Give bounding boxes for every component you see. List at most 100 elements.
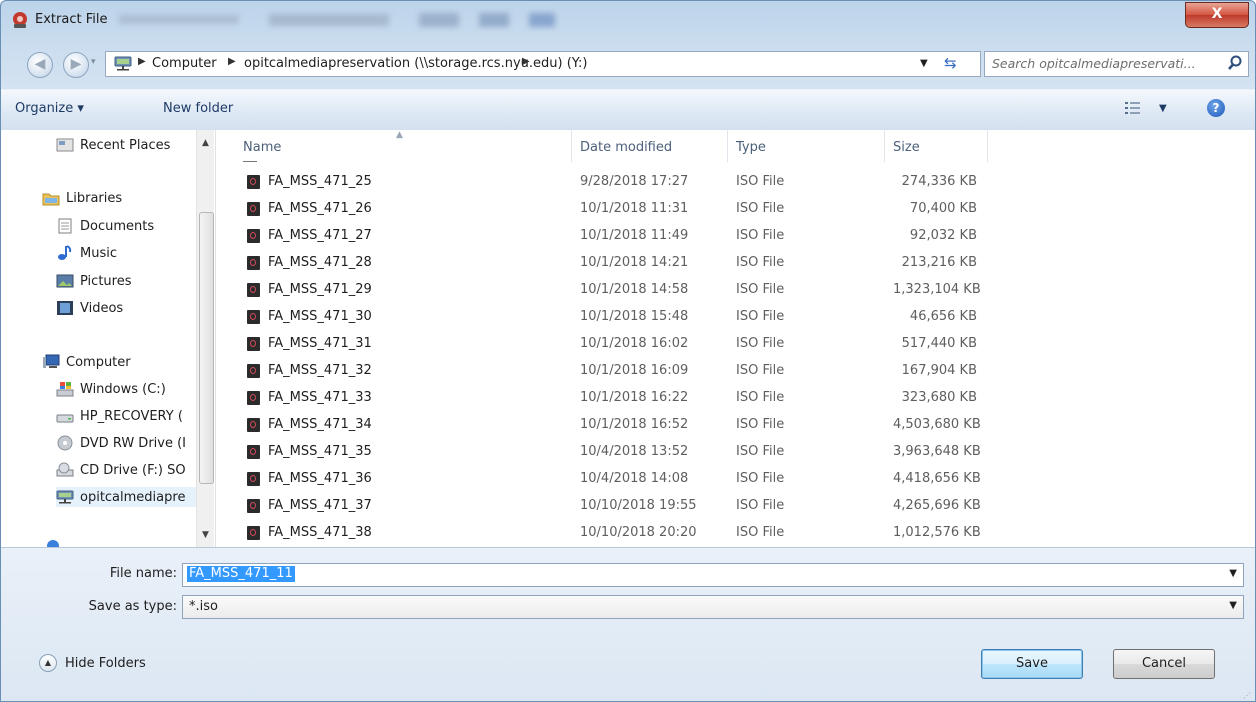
scroll-up-arrow-icon[interactable]: ▲ <box>197 138 214 148</box>
file-type: ISO File <box>736 498 785 513</box>
file-date: 10/1/2018 16:02 <box>580 336 689 351</box>
file-type: ISO File <box>736 471 785 486</box>
file-row[interactable]: FA_MSS_471_31 10/1/2018 16:02 ISO File 517,… <box>216 330 1216 357</box>
chevron-down-icon[interactable]: ▼ <box>1229 600 1237 611</box>
column-size[interactable]: Size <box>893 140 920 155</box>
nav-music[interactable]: Music <box>56 243 117 263</box>
breadcrumb-separator-icon[interactable]: ▶ <box>138 56 146 67</box>
column-name[interactable]: Name <box>243 140 281 155</box>
nav-recent-places[interactable]: Recent Places <box>56 135 170 155</box>
view-options-icon[interactable] <box>1125 101 1141 115</box>
search-placeholder: Search opitcalmediapreservati... <box>992 56 1196 71</box>
nav-computer[interactable]: Computer <box>42 352 131 372</box>
forward-button[interactable]: ▶ <box>63 52 89 78</box>
chevron-down-icon[interactable]: ▼ <box>1229 568 1237 579</box>
resize-grip-icon[interactable]: ⋰ <box>1243 691 1251 700</box>
back-button[interactable]: ◀ <box>27 52 53 78</box>
file-list[interactable]: Name ▲ Date modified Type Size FA_MSS_47… <box>216 130 1255 547</box>
nav-hp-recovery[interactable]: HP_RECOVERY ( <box>56 406 183 426</box>
address-dropdown-icon[interactable]: ▼ <box>920 58 928 69</box>
file-name-label: File name: <box>109 566 177 581</box>
cancel-button[interactable]: Cancel <box>1113 649 1215 679</box>
file-type: ISO File <box>736 525 785 540</box>
column-divider[interactable] <box>727 130 728 162</box>
recent-locations-chevron-icon[interactable]: ▾ <box>91 57 96 67</box>
breadcrumb-computer[interactable]: Computer <box>152 56 217 71</box>
iso-file-icon <box>247 391 260 405</box>
nav-scrollbar[interactable]: ▲ ▼ <box>196 130 214 547</box>
iso-file-icon <box>247 445 260 459</box>
file-date: 9/28/2018 17:27 <box>580 174 689 189</box>
nav-libraries[interactable]: Libraries <box>42 188 122 208</box>
file-type: ISO File <box>736 255 785 270</box>
file-row[interactable]: FA_MSS_471_32 10/1/2018 16:09 ISO File 167,… <box>216 357 1216 384</box>
navigation-pane[interactable]: Recent Places Libraries Documents Music … <box>1 130 216 547</box>
documents-icon <box>58 218 72 234</box>
file-name: FA_MSS_471_31 <box>268 336 372 351</box>
search-input[interactable]: Search opitcalmediapreservati... <box>984 51 1249 77</box>
column-type[interactable]: Type <box>736 140 766 155</box>
file-row[interactable]: FA_MSS_471_27 10/1/2018 11:49 ISO File 92,0… <box>216 222 1216 249</box>
breadcrumb-separator-icon[interactable]: ▶ <box>228 56 236 67</box>
scrollbar-thumb[interactable] <box>199 212 214 484</box>
nav-pictures[interactable]: Pictures <box>56 271 131 291</box>
file-type: ISO File <box>736 282 785 297</box>
iso-file-icon <box>247 472 260 486</box>
search-icon[interactable] <box>1227 55 1243 71</box>
file-date: 10/4/2018 14:08 <box>580 471 689 486</box>
scroll-down-arrow-icon[interactable]: ▼ <box>197 530 214 540</box>
nav-windows-drive[interactable]: Windows (C:) <box>56 379 166 399</box>
save-button[interactable]: Save <box>981 649 1083 679</box>
iso-file-icon <box>247 229 260 243</box>
organize-button[interactable]: Organize ▾ <box>15 101 84 116</box>
file-name-input[interactable]: FA_MSS_471_11 ▼ <box>182 563 1244 587</box>
file-date: 10/1/2018 15:48 <box>580 309 689 324</box>
file-row[interactable]: FA_MSS_471_30 10/1/2018 15:48 ISO File 46,6… <box>216 303 1216 330</box>
help-icon[interactable]: ? <box>1207 99 1225 117</box>
file-row[interactable]: FA_MSS_471_37 10/10/2018 19:55 ISO File 4,2… <box>216 492 1216 519</box>
nav-videos[interactable]: Videos <box>56 298 123 318</box>
file-row[interactable]: FA_MSS_471_26 10/1/2018 11:31 ISO File 70,4… <box>216 195 1216 222</box>
file-row[interactable]: FA_MSS_471_34 10/1/2018 16:52 ISO File 4,50… <box>216 411 1216 438</box>
breadcrumb-drive[interactable]: opitcalmediapreservation (\\storage.rcs.… <box>244 56 587 71</box>
file-row[interactable]: FA_MSS_471_33 10/1/2018 16:22 ISO File 323,… <box>216 384 1216 411</box>
file-row[interactable]: FA_MSS_471_29 10/1/2018 14:58 ISO File 1,32… <box>216 276 1216 303</box>
nav-dvd-drive[interactable]: DVD RW Drive (I <box>56 433 186 453</box>
file-row[interactable]: FA_MSS_471_38 10/10/2018 20:20 ISO File 1,0… <box>216 519 1216 546</box>
collapse-icon: ▲ <box>39 654 57 672</box>
file-row[interactable]: FA_MSS_471_35 10/4/2018 13:52 ISO File 3,96… <box>216 438 1216 465</box>
file-row[interactable]: FA_MSS_471_28 10/1/2018 14:21 ISO File 213,… <box>216 249 1216 276</box>
file-name: FA_MSS_471_36 <box>268 471 372 486</box>
file-date: 10/10/2018 20:20 <box>580 525 697 540</box>
column-divider[interactable] <box>987 130 988 162</box>
file-size: 213,216 KB <box>901 255 977 270</box>
title-bar-blurred-region <box>119 9 639 31</box>
nav-network-drive[interactable]: opitcalmediapre <box>56 487 196 507</box>
file-date: 10/1/2018 16:09 <box>580 363 689 378</box>
address-bar[interactable]: ▶ Computer ▶ opitcalmediapreservation (\… <box>105 51 981 77</box>
refresh-icon[interactable]: ⇆ <box>944 54 957 72</box>
column-divider[interactable] <box>571 130 572 162</box>
view-dropdown-icon[interactable]: ▼ <box>1159 103 1167 114</box>
file-row[interactable]: FA_MSS_471_25 9/28/2018 17:27 ISO File 274,… <box>216 168 1216 195</box>
libraries-icon <box>42 193 60 206</box>
file-name: FA_MSS_471_29 <box>268 282 372 297</box>
new-folder-button[interactable]: New folder <box>163 101 233 116</box>
nav-label: Libraries <box>66 190 123 206</box>
column-date-modified[interactable]: Date modified <box>580 140 672 155</box>
close-button[interactable]: X <box>1185 2 1249 28</box>
file-row[interactable]: FA_MSS_471_36 10/4/2018 14:08 ISO File 4,41… <box>216 465 1216 492</box>
file-type: ISO File <box>736 309 785 324</box>
file-size: 323,680 KB <box>901 390 977 405</box>
iso-file-icon <box>247 418 260 432</box>
column-divider[interactable] <box>884 130 885 162</box>
iso-file-icon <box>247 256 260 270</box>
nav-cd-drive[interactable]: CD Drive (F:) SO <box>56 460 186 480</box>
nav-documents[interactable]: Documents <box>56 216 154 236</box>
save-as-type-select[interactable]: *.iso ▼ <box>182 595 1244 619</box>
file-type: ISO File <box>736 228 785 243</box>
file-type: ISO File <box>736 444 785 459</box>
breadcrumb-separator-icon[interactable]: ▶ <box>522 56 530 67</box>
title-bar: Extract File X <box>1 1 1255 39</box>
hide-folders-button[interactable]: ▲ Hide Folders <box>39 654 146 672</box>
